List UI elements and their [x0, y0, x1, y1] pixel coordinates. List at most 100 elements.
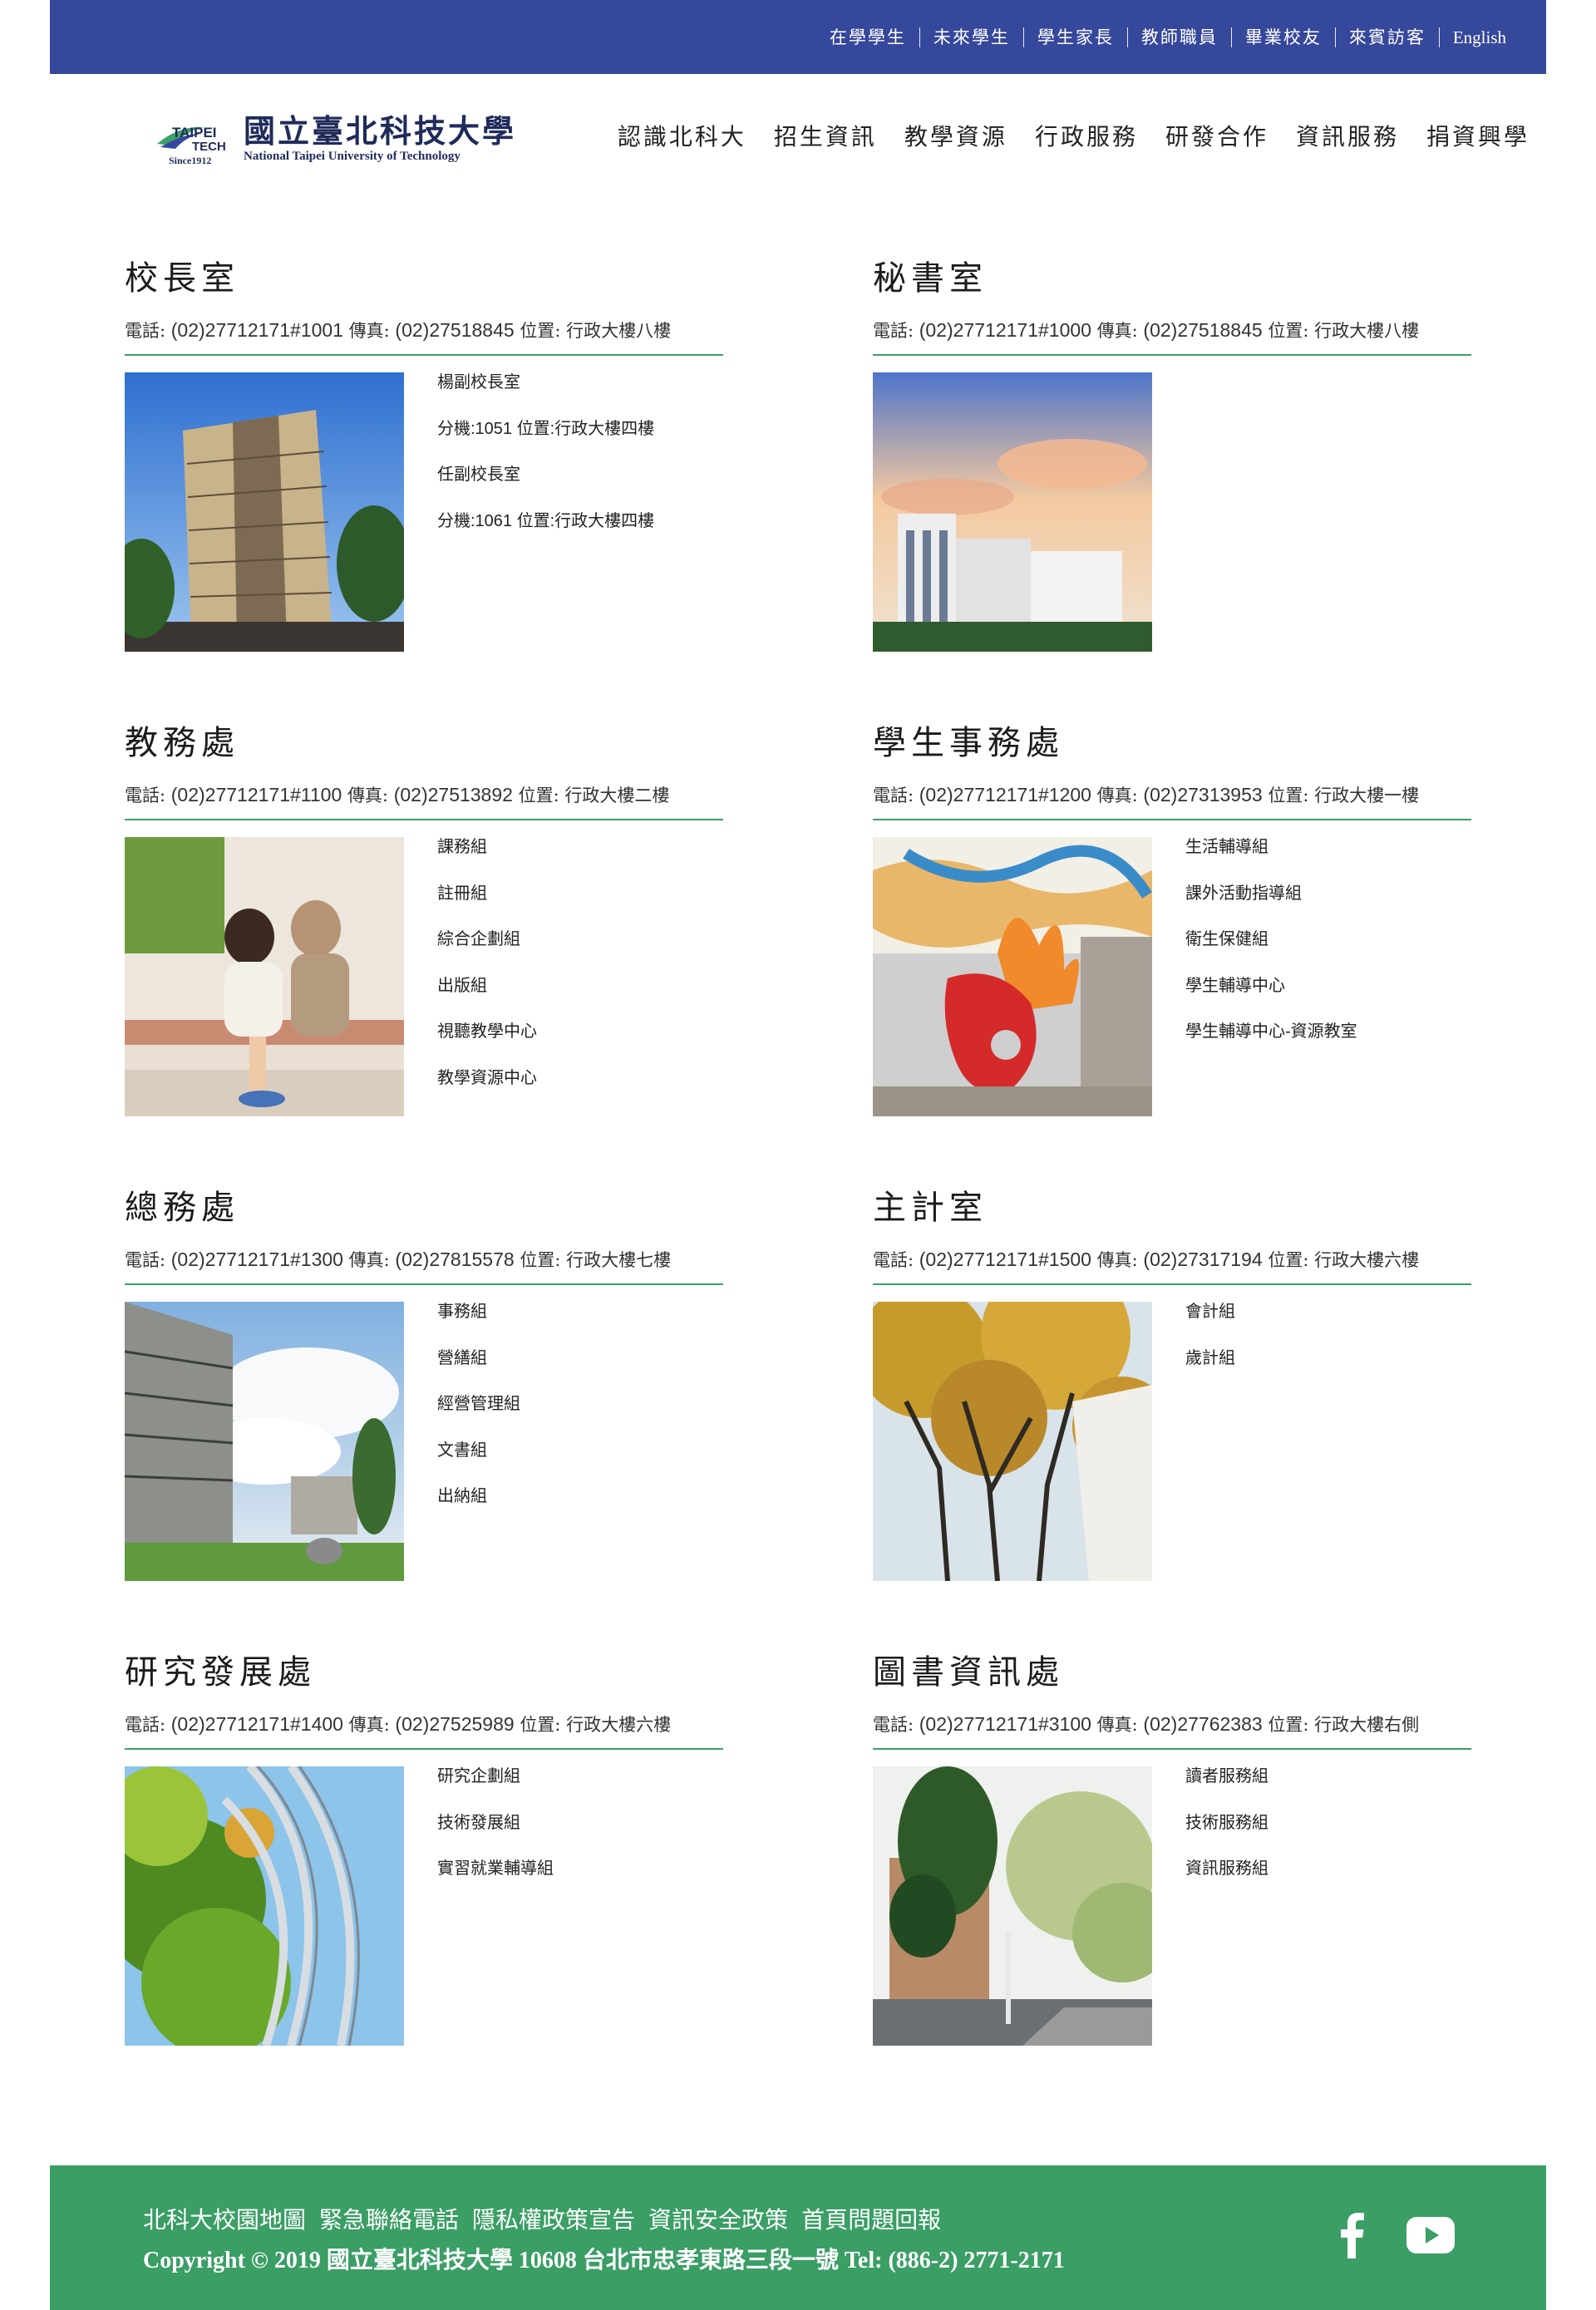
office-contact: 電話: (02)27712171#1400 傳真: (02)27525989 位…: [125, 1713, 672, 1735]
office-photo: [125, 1302, 404, 1581]
office-contact: 電話: (02)27712171#1500 傳真: (02)27317194 位…: [873, 1249, 1420, 1270]
office-title[interactable]: 總務處: [125, 1187, 723, 1229]
university-logo[interactable]: TAIPEI TECH Since1912 國立臺北科技大學 National …: [154, 109, 536, 167]
unit-link[interactable]: 學生輔導中心: [1185, 976, 1357, 996]
audience-link-parents[interactable]: 學生家長: [1024, 27, 1127, 47]
facebook-icon[interactable]: [1340, 2212, 1365, 2258]
unit-link[interactable]: 資訊服務組: [1185, 1859, 1268, 1879]
english-link[interactable]: English: [1440, 27, 1520, 47]
nav-research[interactable]: 研發合作: [1165, 119, 1268, 152]
unit-link[interactable]: 事務組: [437, 1302, 520, 1322]
unit-link[interactable]: 註冊組: [437, 884, 537, 904]
office-contact: 電話: (02)27712171#3100 傳真: (02)27762383 位…: [873, 1713, 1420, 1735]
footer-link-campus-map[interactable]: 北科大校園地圖: [143, 2202, 306, 2235]
unit-link[interactable]: 衛生保健組: [1185, 929, 1357, 949]
office-title[interactable]: 研究發展處: [125, 1652, 723, 1693]
office-title[interactable]: 主計室: [873, 1187, 1471, 1229]
office-title[interactable]: 學生事務處: [873, 722, 1471, 764]
unit-list: 事務組 營繕組 經營管理組 文書組 出納組: [437, 1302, 520, 1581]
office-card: 研究發展處 電話: (02)27712171#1400 傳真: (02)2752…: [125, 1652, 723, 2046]
audience-link-future-students[interactable]: 未來學生: [920, 27, 1023, 47]
svg-text:TECH: TECH: [192, 140, 226, 154]
unit-link[interactable]: 歲計組: [1185, 1348, 1235, 1368]
unit-link[interactable]: 出納組: [437, 1486, 520, 1506]
unit-link[interactable]: 文書組: [437, 1441, 520, 1460]
logo-english-name: National Taipei University of Technology: [244, 149, 461, 163]
footer-link-report-issue[interactable]: 首頁問題回報: [801, 2202, 941, 2235]
office-title[interactable]: 秘書室: [873, 258, 1471, 299]
social-links: [1340, 2212, 1455, 2258]
office-contact: 電話: (02)27712171#1200 傳真: (02)27313953 位…: [873, 784, 1420, 805]
site-footer: 北科大校園地圖 緊急聯絡電話 隱私權政策宣告 資訊安全政策 首頁問題回報 Cop…: [50, 2165, 1546, 2310]
unit-link[interactable]: 任副校長室: [437, 465, 654, 485]
unit-link[interactable]: 分機:1061 位置:行政大樓四樓: [437, 511, 654, 531]
unit-link[interactable]: 視聽教學中心: [437, 1022, 537, 1042]
nav-information-services[interactable]: 資訊服務: [1296, 119, 1399, 152]
nav-admissions[interactable]: 招生資訊: [774, 119, 877, 152]
office-contact: 電話: (02)27712171#1300 傳真: (02)27815578 位…: [125, 1249, 672, 1270]
audience-bar: 在學學生 未來學生 學生家長 教師職員 畢業校友 來賓訪客 English: [50, 0, 1546, 74]
office-card: 主計室 電話: (02)27712171#1500 傳真: (02)273171…: [873, 1187, 1471, 1581]
svg-text:Since1912: Since1912: [169, 155, 211, 166]
divider: [873, 1748, 1471, 1750]
footer-link-privacy-policy[interactable]: 隱私權政策宣告: [472, 2202, 635, 2235]
copyright-text: Copyright © 2019 國立臺北科技大學 10608 台北市忠孝東路三…: [143, 2248, 1065, 2273]
office-card: 秘書室 電話: (02)27712171#1000 傳真: (02)275188…: [873, 258, 1471, 652]
divider: [125, 354, 723, 356]
unit-link[interactable]: 實習就業輔導組: [437, 1859, 554, 1879]
nav-teaching-resources[interactable]: 教學資源: [904, 119, 1007, 152]
unit-link[interactable]: 會計組: [1185, 1302, 1235, 1322]
footer-links: 北科大校園地圖 緊急聯絡電話 隱私權政策宣告 資訊安全政策 首頁問題回報: [143, 2202, 954, 2235]
divider: [873, 354, 1471, 356]
unit-list: 楊副校長室 分機:1051 位置:行政大樓四樓 任副校長室 分機:1061 位置…: [437, 372, 654, 652]
office-card: 教務處 電話: (02)27712171#1100 傳真: (02)275138…: [125, 722, 723, 1116]
unit-link[interactable]: 研究企劃組: [437, 1766, 554, 1786]
nav-administration[interactable]: 行政服務: [1035, 119, 1138, 152]
office-card: 學生事務處 電話: (02)27712171#1200 傳真: (02)2731…: [873, 722, 1471, 1116]
office-photo: [873, 1766, 1152, 2046]
unit-link[interactable]: 營繕組: [437, 1348, 520, 1368]
nav-donation[interactable]: 捐資興學: [1426, 119, 1530, 152]
office-photo: [125, 372, 404, 652]
audience-link-faculty-staff[interactable]: 教師職員: [1128, 27, 1231, 47]
unit-link[interactable]: 出版組: [437, 976, 537, 996]
audience-link-alumni[interactable]: 畢業校友: [1232, 27, 1335, 47]
main-nav: 認識北科大 招生資訊 教學資源 行政服務 研發合作 資訊服務 捐資興學: [590, 119, 1530, 152]
audience-link-current-students[interactable]: 在學學生: [816, 27, 919, 47]
office-card: 校長室 電話: (02)27712171#1001 傳真: (02)275188…: [125, 258, 723, 652]
audience-link-visitors[interactable]: 來賓訪客: [1336, 27, 1439, 47]
unit-link[interactable]: 教學資源中心: [437, 1068, 537, 1088]
unit-list: 讀者服務組 技術服務組 資訊服務組: [1185, 1766, 1268, 2046]
youtube-icon[interactable]: [1406, 2217, 1455, 2253]
footer-link-emergency-contacts[interactable]: 緊急聯絡電話: [319, 2202, 459, 2235]
divider: [873, 1283, 1471, 1285]
unit-link[interactable]: 課外活動指導組: [1185, 884, 1357, 904]
unit-link[interactable]: 生活輔導組: [1185, 837, 1357, 857]
office-card: 圖書資訊處 電話: (02)27712171#3100 傳真: (02)2776…: [873, 1652, 1471, 2046]
office-title[interactable]: 教務處: [125, 722, 723, 764]
office-photo: [873, 372, 1152, 652]
unit-link[interactable]: 讀者服務組: [1185, 1766, 1268, 1786]
unit-list: 生活輔導組 課外活動指導組 衛生保健組 學生輔導中心 學生輔導中心-資源教室: [1185, 837, 1357, 1116]
divider: [125, 1283, 723, 1285]
unit-link[interactable]: 綜合企劃組: [437, 929, 537, 949]
unit-link[interactable]: 技術發展組: [437, 1813, 554, 1833]
office-title[interactable]: 圖書資訊處: [873, 1652, 1471, 1693]
unit-link[interactable]: 技術服務組: [1185, 1813, 1268, 1833]
office-photo: [873, 837, 1152, 1116]
office-contact: 電話: (02)27712171#1000 傳真: (02)27518845 位…: [873, 319, 1420, 341]
unit-link[interactable]: 課務組: [437, 837, 537, 857]
logo-chinese-name: 國立臺北科技大學: [244, 111, 517, 150]
office-contact: 電話: (02)27712171#1100 傳真: (02)27513892 位…: [125, 784, 670, 805]
footer-link-security-policy[interactable]: 資訊安全政策: [648, 2202, 788, 2235]
office-title[interactable]: 校長室: [125, 258, 723, 299]
site-header: TAIPEI TECH Since1912 國立臺北科技大學 National …: [50, 74, 1546, 199]
unit-link[interactable]: 經營管理組: [437, 1394, 520, 1414]
unit-link[interactable]: 分機:1051 位置:行政大樓四樓: [437, 419, 654, 439]
unit-link[interactable]: 楊副校長室: [437, 372, 654, 392]
unit-list: 課務組 註冊組 綜合企劃組 出版組 視聽教學中心 教學資源中心: [437, 837, 537, 1116]
divider: [873, 819, 1471, 820]
unit-link[interactable]: 學生輔導中心-資源教室: [1185, 1022, 1357, 1042]
nav-about[interactable]: 認識北科大: [618, 119, 746, 152]
office-photo: [873, 1302, 1152, 1581]
